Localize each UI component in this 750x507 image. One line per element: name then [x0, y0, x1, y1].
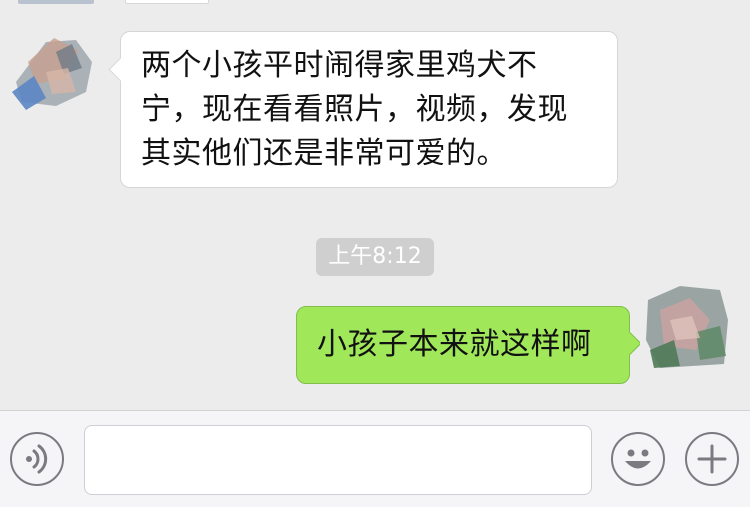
- chat-area[interactable]: 两个小孩平时闹得家里鸡犬不 宁，现在看看照片，视频，发现 其实他们还是非常可爱的…: [0, 0, 750, 410]
- incoming-message-bubble[interactable]: 两个小孩平时闹得家里鸡犬不 宁，现在看看照片，视频，发现 其实他们还是非常可爱的…: [120, 31, 618, 188]
- message-text: 小孩子本来就这样啊: [317, 327, 592, 362]
- input-toolbar: [0, 410, 750, 507]
- previous-bubble-fragment: [125, 0, 209, 4]
- voice-icon: [26, 444, 48, 474]
- plus-icon: [697, 444, 727, 474]
- timestamp-badge: 上午8:12: [316, 238, 434, 276]
- contact-avatar[interactable]: [6, 22, 98, 114]
- message-input[interactable]: [84, 425, 592, 495]
- user-avatar[interactable]: [640, 280, 732, 372]
- more-button[interactable]: [685, 432, 739, 486]
- message-line: 宁，现在看看照片，视频，发现: [141, 92, 568, 127]
- message-line: 其实他们还是非常可爱的。: [141, 136, 507, 171]
- message-line: 两个小孩平时闹得家里鸡犬不: [141, 48, 538, 83]
- emoji-icon: [625, 449, 651, 469]
- emoji-button[interactable]: [611, 432, 665, 486]
- voice-button[interactable]: [10, 432, 64, 486]
- previous-message-fragment: [18, 0, 94, 4]
- outgoing-message-bubble[interactable]: 小孩子本来就这样啊: [296, 306, 630, 384]
